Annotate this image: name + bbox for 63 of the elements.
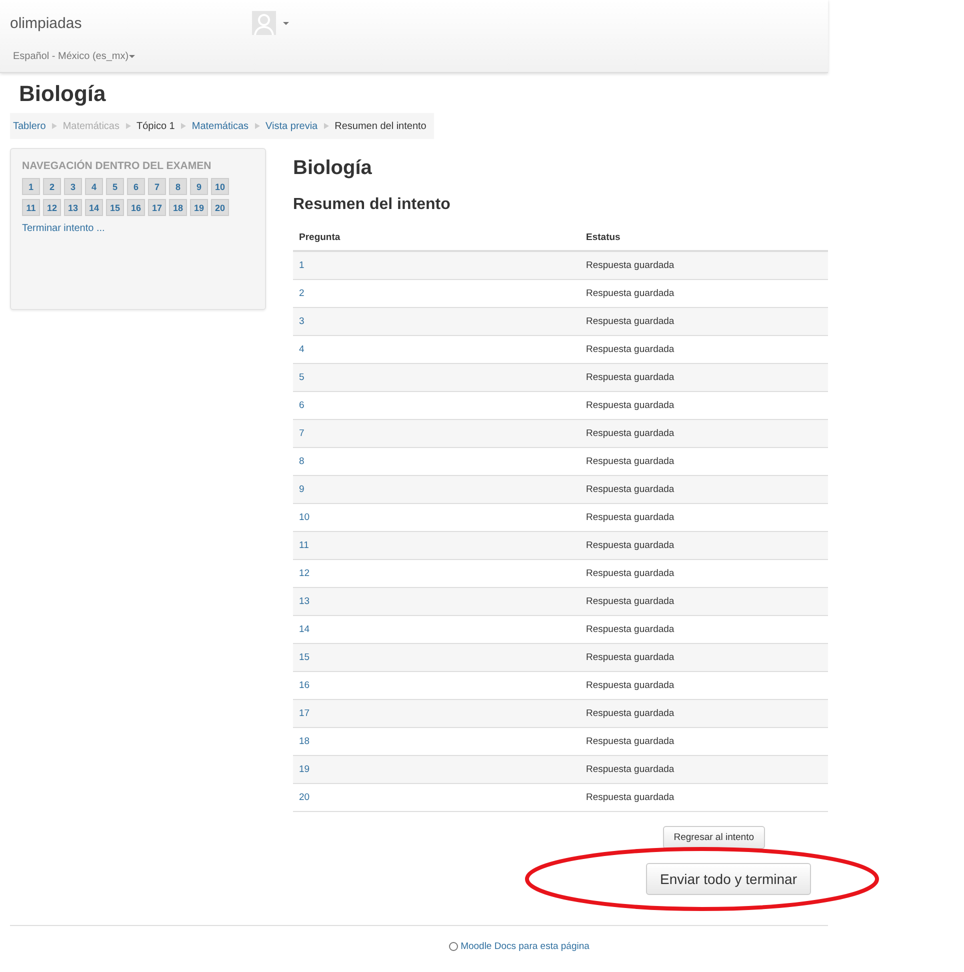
table-cell: Respuesta guardada — [580, 308, 828, 336]
table-cell: Respuesta guardada — [580, 420, 828, 448]
question-link[interactable]: 20 — [293, 784, 580, 812]
question-button[interactable]: 7 — [148, 178, 166, 195]
question-link[interactable]: 5 — [293, 364, 580, 392]
question-link[interactable]: 9 — [293, 476, 580, 504]
docs-link[interactable]: Moodle Docs para esta página — [448, 941, 590, 952]
question-button[interactable]: 4 — [85, 178, 103, 195]
question-link[interactable]: 17 — [293, 700, 580, 728]
table-cell: Respuesta guardada — [580, 476, 828, 504]
question-link[interactable]: 3 — [293, 308, 580, 336]
table-cell: Respuesta guardada — [580, 644, 828, 672]
question-button[interactable]: 18 — [169, 199, 187, 216]
breadcrumb-link[interactable]: Vista previa — [266, 120, 318, 132]
question-link[interactable]: 1 — [293, 251, 580, 280]
question-button[interactable]: 16 — [127, 199, 145, 216]
question-button[interactable]: 6 — [127, 178, 145, 195]
question-link[interactable]: 15 — [293, 644, 580, 672]
question-button[interactable]: 13 — [64, 199, 82, 216]
question-button[interactable]: 1 — [22, 178, 40, 195]
section-title: Resumen del intento — [293, 196, 452, 214]
table-cell: Respuesta guardada — [580, 784, 828, 812]
table-cell: Respuesta guardada — [580, 364, 828, 392]
question-link[interactable]: 13 — [293, 588, 580, 616]
breadcrumb-link[interactable]: Tablero — [13, 120, 46, 132]
finish-attempt-link[interactable]: Terminar intento ... — [22, 223, 105, 234]
table-cell: Respuesta guardada — [580, 532, 828, 560]
quiz-title: Biología — [293, 157, 373, 180]
table-cell: Respuesta guardada — [580, 251, 828, 280]
question-button[interactable]: 14 — [85, 199, 103, 216]
separator-icon — [180, 123, 186, 129]
caret-icon[interactable] — [128, 54, 135, 58]
language-menu[interactable]: Español - México (es_mx) — [13, 50, 129, 62]
breadcrumb-link[interactable]: Matemáticas — [192, 120, 249, 132]
question-link[interactable]: 19 — [293, 756, 580, 784]
separator-icon — [126, 123, 130, 129]
question-link[interactable]: 11 — [293, 532, 580, 560]
question-button[interactable]: 2 — [43, 178, 61, 195]
question-button[interactable]: 12 — [43, 199, 61, 216]
question-button[interactable]: 19 — [190, 199, 208, 216]
page-title: Biología — [19, 81, 107, 107]
question-link[interactable]: 7 — [293, 420, 580, 448]
info-icon — [448, 942, 458, 951]
table-cell: Respuesta guardada — [580, 756, 828, 784]
site-name[interactable]: olimpiadas — [10, 14, 82, 32]
question-button[interactable]: 20 — [211, 199, 229, 216]
separator-icon — [52, 123, 57, 129]
return-button[interactable]: Regresar al intento — [662, 826, 765, 849]
question-button[interactable]: 10 — [211, 178, 229, 195]
question-button[interactable]: 17 — [148, 199, 166, 216]
question-button[interactable]: 15 — [106, 199, 124, 216]
panel-title: NAVEGACIÓN DENTRO DEL EXAMEN — [22, 160, 212, 172]
separator-icon — [254, 123, 260, 129]
separator-icon — [324, 123, 329, 129]
question-button[interactable]: 11 — [22, 199, 40, 216]
question-button[interactable]: 5 — [106, 178, 124, 195]
caret-icon[interactable] — [282, 22, 289, 24]
table-cell: Respuesta guardada — [580, 588, 828, 616]
question-button[interactable]: 9 — [190, 178, 208, 195]
question-button[interactable]: 8 — [169, 178, 187, 195]
table-cell: Respuesta guardada — [580, 700, 828, 728]
question-button[interactable]: 3 — [64, 178, 82, 195]
submit-button[interactable]: Enviar todo y terminar — [646, 863, 811, 895]
